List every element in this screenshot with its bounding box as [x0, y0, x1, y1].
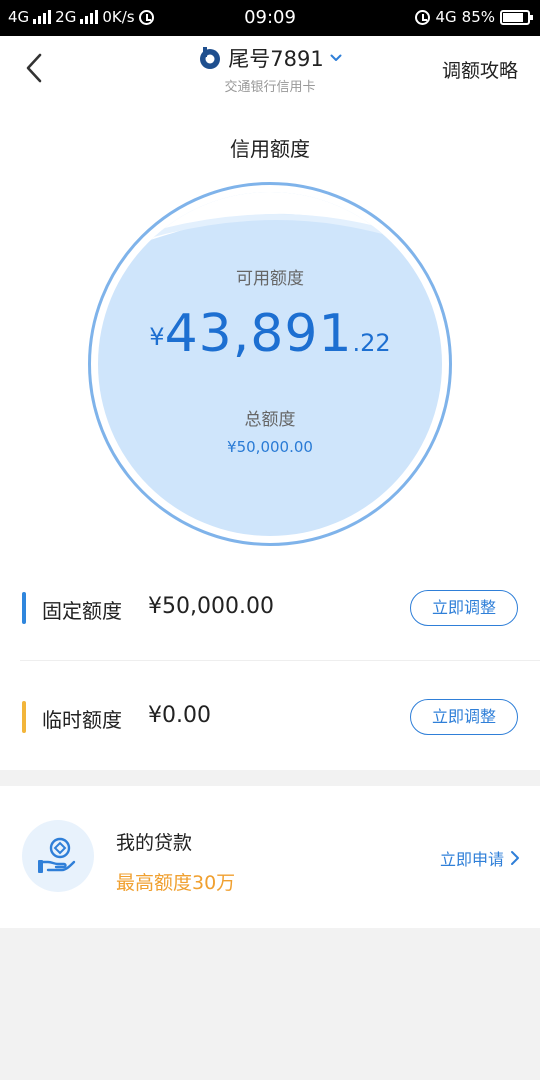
network-type-3: 4G: [435, 8, 457, 26]
fixed-limit-value: ¥50,000.00: [148, 594, 274, 619]
total-limit-amount: ¥50,000.00: [227, 438, 313, 456]
card-row: 尾号7891: [150, 42, 390, 74]
status-right: 4G 85%: [415, 8, 533, 26]
credit-circle-fill: 可用额度 ¥43,891.22 总额度 ¥50,000.00: [98, 192, 442, 536]
temporary-limit-row: 临时额度 ¥0.00 立即调整: [0, 687, 540, 747]
fixed-limit-indicator: [22, 592, 26, 624]
currency-symbol: ¥: [149, 323, 165, 351]
battery-percent: 85%: [461, 8, 495, 26]
adjust-temporary-limit-button[interactable]: 立即调整: [410, 699, 518, 735]
back-button[interactable]: [18, 50, 54, 86]
status-bar: 4G 2G 0K/s 09:09 4G 85%: [0, 0, 540, 36]
loan-hand-coin-icon: [22, 820, 94, 892]
credit-limit-title: 信用额度: [230, 137, 310, 161]
chevron-down-icon: [330, 54, 342, 61]
credit-circle: 可用额度 ¥43,891.22 总额度 ¥50,000.00: [88, 182, 452, 546]
credit-panel: 尾号7891 交通银行信用卡 调额攻略 信用额度 可用额度 ¥43,891.22…: [0, 36, 540, 770]
alarm-icon: [415, 9, 431, 25]
total-limit-label: 总额度: [244, 410, 296, 430]
available-decimal: .22: [352, 329, 391, 357]
chevron-right-icon: [511, 851, 519, 865]
fixed-limit-label: 固定额度: [42, 599, 122, 623]
chevron-left-icon: [26, 53, 42, 83]
temporary-limit-indicator: [22, 701, 26, 733]
available-limit-label: 可用额度: [236, 269, 304, 289]
loan-title: 我的贷款: [116, 832, 193, 854]
bank-logo-icon: [200, 47, 221, 69]
available-integer: 43,891: [164, 304, 353, 364]
apply-now-link[interactable]: 立即申请: [440, 846, 520, 870]
available-limit-amount: ¥43,891.22: [98, 304, 442, 364]
divider: [20, 660, 540, 661]
fixed-limit-row: 固定额度 ¥50,000.00 立即调整: [0, 578, 540, 638]
card-selector[interactable]: 尾号7891 交通银行信用卡: [150, 42, 390, 95]
battery-icon: [500, 9, 533, 25]
temporary-limit-label: 临时额度: [42, 708, 122, 732]
loan-card[interactable]: 我的贷款 最高额度30万 立即申请: [0, 786, 540, 928]
temporary-limit-value: ¥0.00: [148, 703, 211, 728]
limit-strategy-link[interactable]: 调额攻略: [442, 56, 518, 83]
apply-now-label: 立即申请: [439, 850, 504, 869]
card-number: 尾号7891: [228, 47, 324, 71]
wave-decoration: [98, 192, 442, 255]
loan-max-limit: 最高额度30万: [116, 872, 236, 894]
bank-name: 交通银行信用卡: [224, 80, 316, 95]
adjust-fixed-limit-button[interactable]: 立即调整: [410, 590, 518, 626]
